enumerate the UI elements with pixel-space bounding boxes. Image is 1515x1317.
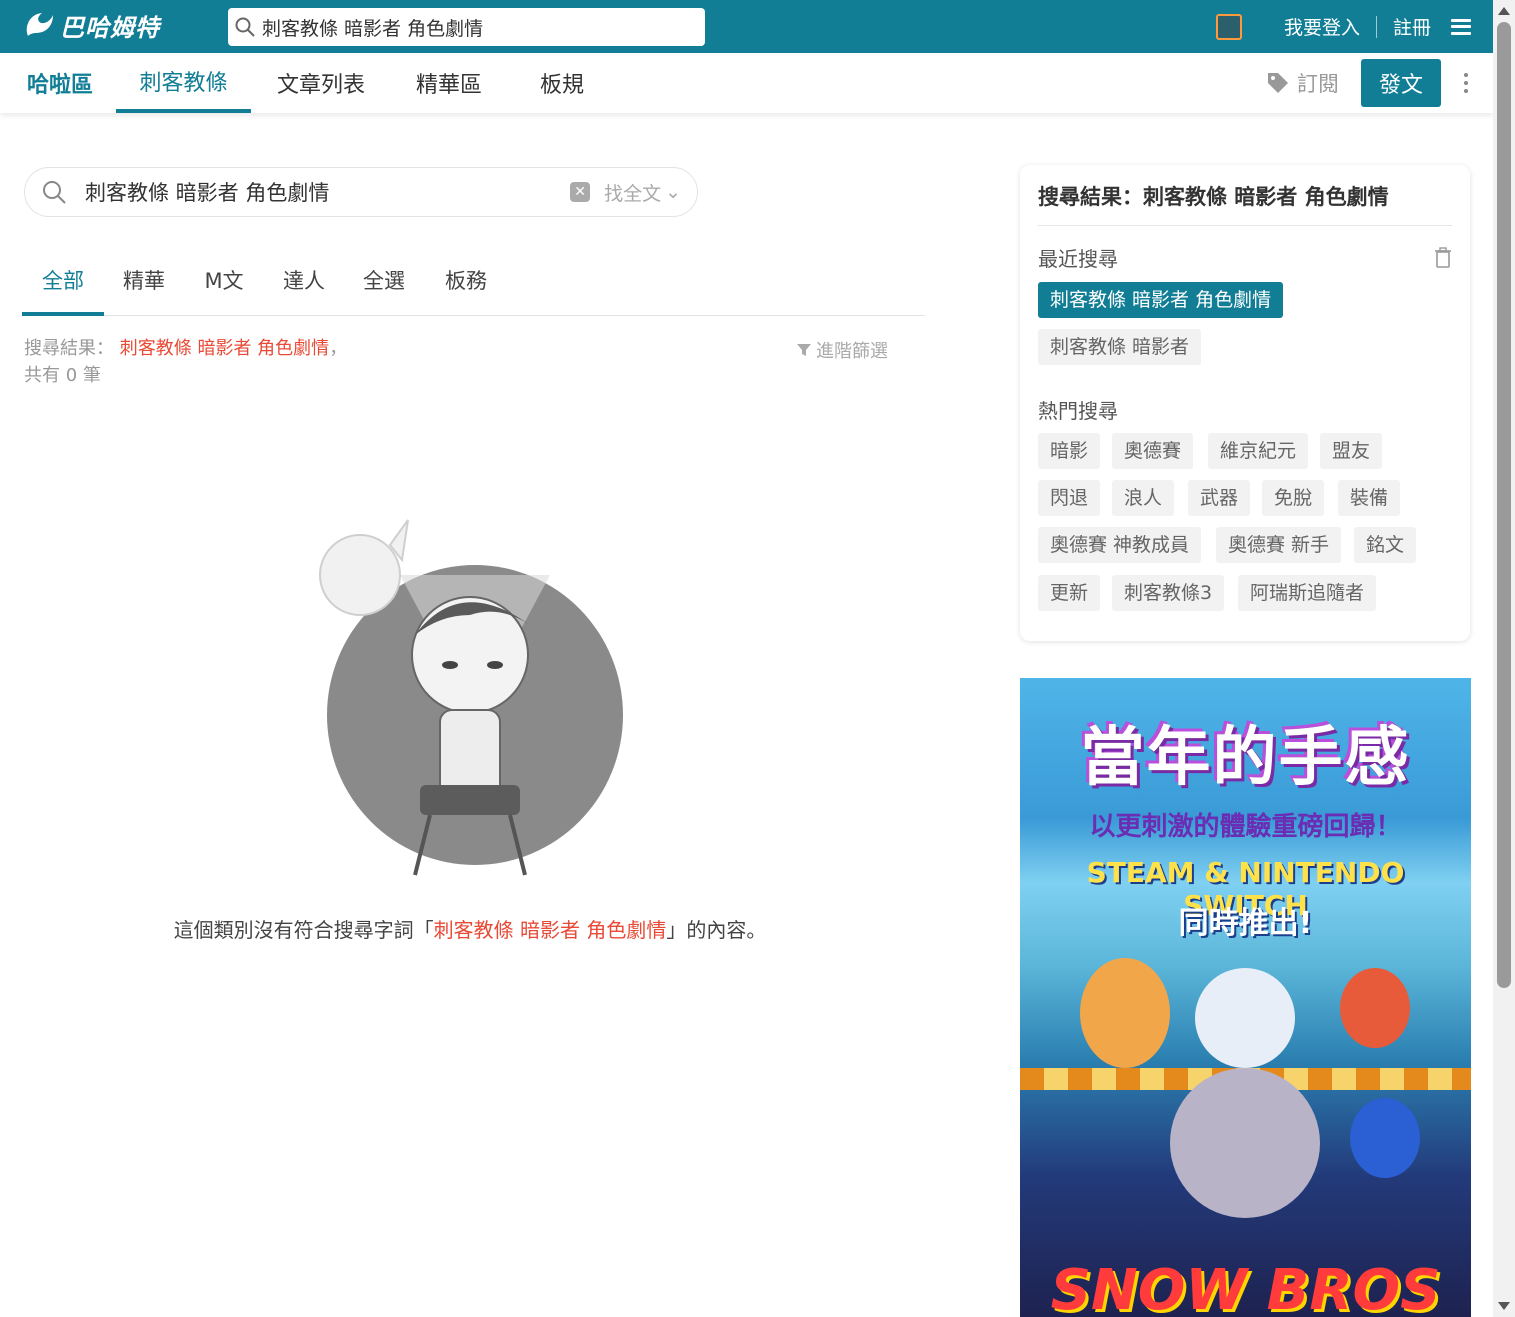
advertisement-banner[interactable]: 當年的手感 以更刺激的體驗重磅回歸！ STEAM & NINTENDO SWIT… [1020, 678, 1471, 1317]
hot-search-chip[interactable]: 奧德賽 神教成員 [1038, 527, 1202, 563]
result-count: 共有 0 筆 [24, 365, 101, 386]
clear-search-icon[interactable]: ✕ [570, 182, 591, 202]
empty-state-illustration [319, 519, 623, 876]
divider [1038, 225, 1452, 226]
tab-featured-posts[interactable]: 精華 [118, 262, 170, 316]
result-summary: 搜尋結果： 刺客教條 暗影者 角色劇情， 共有 0 筆 [24, 335, 347, 389]
hot-search-chip[interactable]: 刺客教條3 [1112, 575, 1225, 611]
logo-text: 巴哈姆特 [60, 13, 160, 42]
header-search-box[interactable] [228, 8, 705, 46]
divider [1375, 15, 1377, 38]
ad-release-note: 同時推出! [1178, 906, 1313, 941]
hot-search-chip[interactable]: 暗影 [1038, 433, 1101, 469]
page-scrollbar[interactable] [1493, 0, 1515, 1317]
avatar-icon[interactable] [1215, 13, 1242, 40]
hot-search-chip[interactable]: 銘文 [1354, 527, 1417, 563]
board-actions: 訂閱 發文 [1265, 53, 1471, 113]
search-icon [43, 181, 66, 204]
recent-search-chip[interactable]: 刺客教條 暗影者 角色劇情 [1038, 282, 1284, 318]
dragon-logo-icon [26, 13, 53, 36]
ad-game-logo: SNOW BROS [1050, 1258, 1441, 1317]
empty-prefix: 這個類別沒有符合搜尋字詞「 [173, 918, 434, 942]
recent-search-heading: 最近搜尋 [1038, 247, 1118, 271]
summary-suffix: ， [329, 338, 348, 359]
tab-rules[interactable]: 板規 [508, 53, 616, 113]
tab-all[interactable]: 全部 [22, 262, 104, 316]
tag-icon [1267, 73, 1288, 93]
board-home-link[interactable]: 哈啦區 [22, 53, 98, 113]
advanced-filter-button[interactable]: 進階篩選 [796, 337, 888, 363]
ad-headline: 當年的手感 [1080, 721, 1411, 795]
tab-featured[interactable]: 精華區 [393, 53, 505, 113]
hot-search-chip[interactable]: 浪人 [1112, 480, 1175, 516]
header-search-input[interactable] [256, 8, 705, 46]
category-tabs: 全部 精華 M文 達人 全選 板務 [22, 262, 925, 316]
site-logo[interactable]: 巴哈姆特 [22, 4, 160, 46]
post-button[interactable]: 發文 [1360, 59, 1441, 107]
ad-snowman-character [1195, 968, 1295, 1068]
ad-character-left [1080, 958, 1170, 1068]
ad-character-right [1340, 968, 1410, 1048]
hot-search-chip[interactable]: 奧德賽 [1112, 433, 1194, 469]
more-options-icon[interactable] [1461, 73, 1471, 93]
board-nav: 哈啦區 刺客教條 文章列表 精華區 板規 訂閱 發文 [0, 53, 1493, 113]
recent-search-chip[interactable]: 刺客教條 暗影者 [1038, 329, 1202, 365]
tab-select-all[interactable]: 全選 [358, 262, 410, 316]
ad-subtitle: 以更刺激的體驗重磅回歸！ [1089, 812, 1402, 842]
hot-search-chip[interactable]: 閃退 [1038, 480, 1101, 516]
search-icon[interactable] [234, 16, 256, 38]
scroll-up-arrow-icon[interactable] [1498, 7, 1510, 15]
chevron-down-icon: ⌄ [665, 181, 681, 203]
top-bar: 巴哈姆特 我要登入 註冊 [0, 0, 1493, 53]
summary-keyword: 刺客教條 暗影者 角色劇情 [119, 338, 330, 359]
ad-snowball [1170, 1068, 1320, 1218]
scrollbar-thumb[interactable] [1497, 22, 1511, 988]
hot-search-chip[interactable]: 維京紀元 [1208, 433, 1309, 469]
hot-search-chip[interactable]: 盟友 [1320, 433, 1383, 469]
login-link[interactable]: 我要登入 [1284, 13, 1360, 40]
advanced-filter-label: 進階篩選 [816, 341, 888, 362]
empty-state-message: 這個類別沒有符合搜尋字詞「刺客教條 暗影者 角色劇情」的內容。 [0, 914, 940, 943]
search-scope-value: 找全文 [604, 182, 662, 205]
search-query-input[interactable]: 刺客教條 暗影者 角色劇情 [85, 177, 570, 207]
filter-icon [797, 344, 811, 356]
empty-suffix: 」的內容。 [666, 918, 767, 942]
hot-search-chip[interactable]: 武器 [1188, 480, 1251, 516]
register-link[interactable]: 註冊 [1393, 13, 1431, 40]
search-scope-select[interactable]: 找全文 ⌄ [604, 179, 681, 206]
subscribe-label: 訂閱 [1296, 72, 1339, 96]
search-sidebar-card: 搜尋結果：刺客教條 暗影者 角色劇情 最近搜尋 刺客教條 暗影者 角色劇情 刺客… [1020, 165, 1470, 641]
scroll-down-arrow-icon[interactable] [1498, 1302, 1510, 1310]
hot-search-chip[interactable]: 更新 [1038, 575, 1101, 611]
tab-experts[interactable]: 達人 [278, 262, 330, 316]
tab-m-posts[interactable]: M文 [198, 262, 250, 316]
search-box[interactable]: 刺客教條 暗影者 角色劇情 ✕ 找全文 ⌄ [24, 167, 698, 217]
empty-keyword: 刺客教條 暗影者 角色劇情 [433, 918, 667, 942]
summary-prefix: 搜尋結果： [24, 338, 114, 359]
user-menu: 我要登入 註冊 [1215, 0, 1471, 53]
hamburger-menu-icon[interactable] [1451, 18, 1471, 35]
hot-search-chip[interactable]: 裝備 [1338, 480, 1401, 516]
hot-search-chip[interactable]: 阿瑞斯追隨者 [1238, 575, 1377, 611]
tab-board-name[interactable]: 刺客教條 [116, 53, 251, 113]
tab-article-list[interactable]: 文章列表 [255, 53, 387, 113]
subscribe-button[interactable]: 訂閱 [1265, 68, 1339, 98]
tab-board-affairs[interactable]: 板務 [440, 262, 492, 316]
hot-search-heading: 熱門搜尋 [1038, 399, 1118, 423]
hot-search-chip[interactable]: 奧德賽 新手 [1216, 527, 1342, 563]
hot-search-chip[interactable]: 免脫 [1262, 480, 1325, 516]
sidebar-title: 搜尋結果：刺客教條 暗影者 角色劇情 [1038, 185, 1389, 209]
trash-icon[interactable] [1434, 247, 1452, 269]
ad-character-bottom-right [1350, 1098, 1420, 1178]
